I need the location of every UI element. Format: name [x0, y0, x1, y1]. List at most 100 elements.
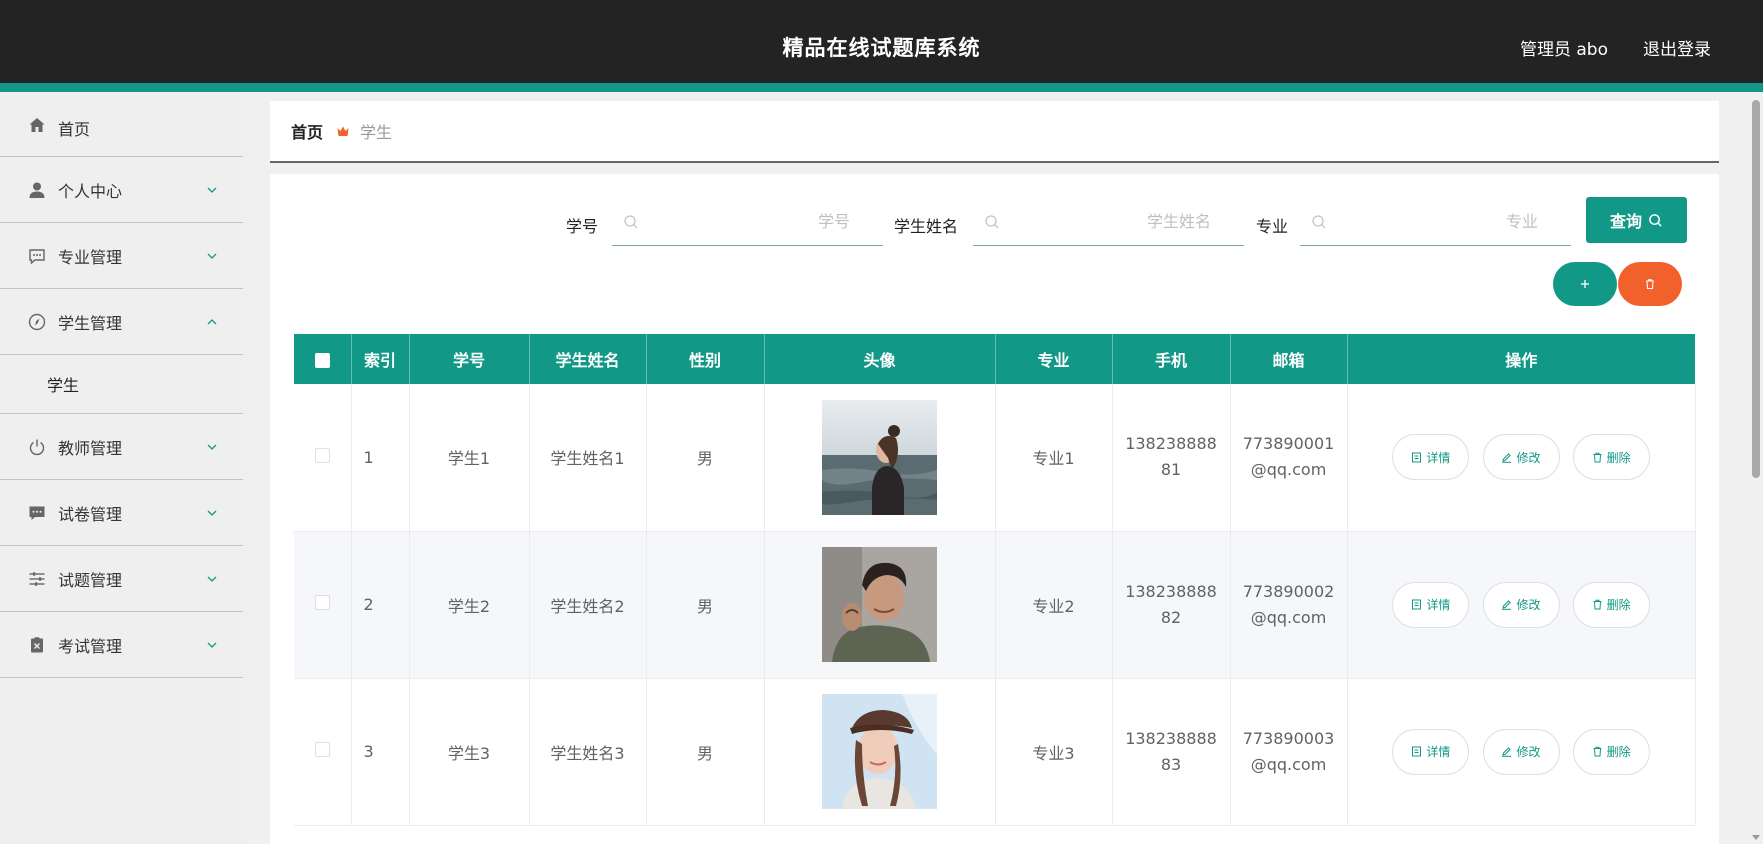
student-table: 索引 学号 学生姓名 性别 头像 专业 手机 邮箱 操作 1 学生1 学生姓名1…: [294, 334, 1696, 826]
search-label-name: 学生姓名: [894, 217, 959, 236]
select-all-cell[interactable]: [294, 334, 352, 384]
edit-button[interactable]: 修改: [1482, 434, 1560, 481]
row-checkbox[interactable]: [314, 742, 330, 757]
chevron-down-icon: [207, 444, 217, 450]
avatar: [822, 399, 937, 515]
row-select-cell[interactable]: [294, 531, 352, 679]
student-id-input[interactable]: [639, 212, 883, 231]
sidebar-item-home[interactable]: 首页: [0, 92, 243, 157]
cell-actions: 详情 修改 删除: [1347, 678, 1696, 826]
search-label-major: 专业: [1256, 217, 1289, 236]
sidebar-item-profile[interactable]: 个人中心: [0, 157, 243, 223]
cell-email: 773890001@qq.com: [1230, 384, 1348, 532]
cell-student-id: 学生2: [409, 531, 530, 679]
major-input[interactable]: [1327, 212, 1571, 231]
sidebar-subitem-student[interactable]: 学生: [0, 355, 243, 414]
row-checkbox[interactable]: [314, 595, 330, 610]
search-field-name[interactable]: [973, 198, 1244, 246]
cell-avatar: [764, 678, 996, 826]
row-checkbox[interactable]: [314, 447, 330, 463]
table-row: 1 学生1 学生姓名1 男 专业1 13823888881 773890001@…: [294, 384, 1696, 532]
sidebar-item-questions[interactable]: 试题管理: [0, 546, 243, 612]
add-button[interactable]: [1553, 262, 1617, 306]
breadcrumb: 首页 学生: [270, 101, 1719, 163]
page-scrollbar[interactable]: [1749, 92, 1763, 844]
query-button-label: 查询: [1609, 214, 1642, 231]
edit-icon: [1502, 453, 1512, 463]
cell-index: 3: [351, 678, 410, 826]
sidebar-item-label: 学生管理: [58, 313, 123, 333]
top-header: 精品在线试题库系统 管理员 abo 退出登录: [0, 0, 1763, 92]
main-area: 首页 学生 学号 学生姓名 专业 查询: [243, 92, 1749, 844]
cell-phone: 13823888882: [1112, 531, 1231, 679]
query-button[interactable]: 查询: [1586, 197, 1687, 243]
search-icon: [985, 214, 999, 228]
sidebar-item-label: 教师管理: [58, 438, 123, 458]
trash-icon: [1593, 746, 1602, 757]
column-header: 专业: [995, 334, 1113, 384]
cell-actions: 详情 修改 删除: [1347, 531, 1696, 679]
detail-button[interactable]: 详情: [1392, 581, 1470, 628]
avatar: [822, 694, 937, 809]
chevron-down-icon: [207, 642, 217, 648]
search-field-id[interactable]: [612, 198, 883, 246]
search-bar: 学号 学生姓名 专业: [270, 198, 1719, 246]
logout-link[interactable]: 退出登录: [1643, 35, 1711, 60]
search-icon: [1312, 214, 1326, 228]
sidebar-item-students[interactable]: 学生管理: [0, 289, 243, 355]
student-name-input[interactable]: [1000, 212, 1244, 231]
avatar: [822, 547, 937, 662]
search-field-major[interactable]: [1300, 198, 1571, 246]
detail-button[interactable]: 详情: [1392, 434, 1470, 481]
cell-student-name: 学生姓名1: [529, 384, 647, 532]
breadcrumb-home[interactable]: 首页: [291, 119, 323, 143]
app-title: 精品在线试题库系统: [782, 36, 981, 60]
row-select-cell[interactable]: [294, 678, 352, 826]
power-icon: [28, 438, 46, 456]
chevron-down-icon: [207, 510, 217, 516]
cell-avatar: [764, 531, 996, 679]
cell-index: 2: [351, 531, 410, 679]
cell-student-id: 学生3: [409, 678, 530, 826]
sidebar: 首页 个人中心 专业管理 学生管理 学生 教师管理 试卷管理 试题管理 考试管理: [0, 92, 243, 844]
clipboard-icon: [28, 636, 46, 654]
sidebar-item-exams[interactable]: 考试管理: [0, 612, 243, 678]
scrollbar-thumb[interactable]: [1752, 100, 1760, 478]
detail-button[interactable]: 详情: [1392, 728, 1470, 775]
scroll-down-icon[interactable]: [1752, 835, 1760, 840]
sidebar-item-teachers[interactable]: 教师管理: [0, 414, 243, 480]
trash-icon: [1646, 279, 1654, 290]
edit-button[interactable]: 修改: [1482, 581, 1560, 628]
batch-delete-button[interactable]: [1618, 262, 1682, 306]
chat-icon: [28, 504, 46, 522]
sidebar-item-papers[interactable]: 试卷管理: [0, 480, 243, 546]
chevron-down-icon: [207, 253, 217, 259]
select-all-checkbox[interactable]: [314, 352, 330, 368]
trash-icon: [1593, 599, 1602, 610]
row-select-cell[interactable]: [294, 384, 352, 532]
message-icon: [28, 247, 46, 265]
sidebar-item-label: 首页: [58, 120, 91, 139]
sidebar-item-label: 试卷管理: [58, 504, 123, 524]
delete-button[interactable]: 删除: [1572, 728, 1650, 775]
delete-button[interactable]: 删除: [1572, 581, 1650, 628]
sidebar-item-label: 考试管理: [58, 636, 123, 656]
cell-gender: 男: [646, 531, 765, 679]
edit-button[interactable]: 修改: [1482, 728, 1560, 775]
column-header: 操作: [1347, 334, 1695, 384]
sidebar-item-majors[interactable]: 专业管理: [0, 223, 243, 289]
column-header: 手机: [1112, 334, 1231, 384]
table-row: 3 学生3 学生姓名3 男 专业3 13823888883 773890003@…: [294, 678, 1696, 826]
delete-button[interactable]: 删除: [1572, 434, 1650, 481]
sliders-icon: [28, 570, 46, 588]
crown-icon: [336, 124, 350, 138]
column-header: 索引: [351, 334, 410, 384]
table-row: 2 学生2 学生姓名2 男 专业2 13823888882 773890002@…: [294, 531, 1696, 679]
column-header: 头像: [764, 334, 996, 384]
cell-student-name: 学生姓名2: [529, 531, 647, 679]
chevron-down-icon: [207, 576, 217, 582]
cell-actions: 详情 修改 删除: [1347, 384, 1696, 532]
document-icon: [1412, 452, 1422, 463]
sidebar-item-label: 专业管理: [58, 247, 123, 267]
edit-icon: [1502, 747, 1512, 757]
